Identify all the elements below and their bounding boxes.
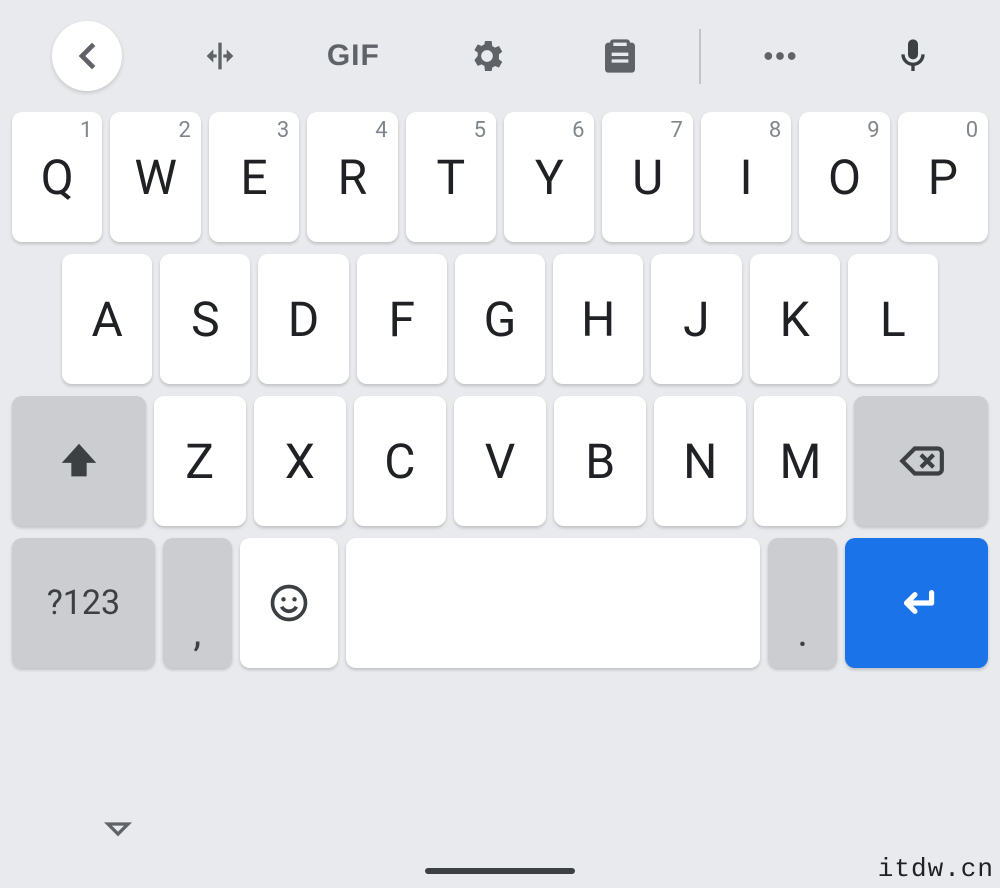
more-horizontal-icon xyxy=(760,36,800,76)
keyboard: 1Q 2W 3E 4R 5T 6Y 7U 8I 9O 0P A S D F G … xyxy=(0,112,1000,668)
symbols-key[interactable]: ?123 xyxy=(12,538,155,668)
shift-icon xyxy=(56,438,102,484)
clipboard-button[interactable] xyxy=(553,36,686,76)
enter-icon xyxy=(892,578,942,628)
key-row-4: ?123 , . xyxy=(12,538,988,668)
key-i[interactable]: 8I xyxy=(701,112,791,242)
key-f[interactable]: F xyxy=(357,254,447,384)
key-e[interactable]: 3E xyxy=(209,112,299,242)
enter-key[interactable] xyxy=(845,538,988,668)
key-w[interactable]: 2W xyxy=(110,112,200,242)
key-q[interactable]: 1Q xyxy=(12,112,102,242)
key-y[interactable]: 6Y xyxy=(504,112,594,242)
key-g[interactable]: G xyxy=(455,254,545,384)
settings-button[interactable] xyxy=(420,36,553,76)
key-l[interactable]: L xyxy=(848,254,938,384)
key-j[interactable]: J xyxy=(651,254,741,384)
gif-button[interactable]: GIF xyxy=(287,39,420,73)
gif-label: GIF xyxy=(327,39,380,73)
key-n[interactable]: N xyxy=(654,396,746,526)
clipboard-icon xyxy=(600,36,640,76)
backspace-key[interactable] xyxy=(854,396,988,526)
text-cursor-icon xyxy=(200,36,240,76)
emoji-icon xyxy=(267,581,311,625)
key-r[interactable]: 4R xyxy=(307,112,397,242)
key-b[interactable]: B xyxy=(554,396,646,526)
chevron-left-icon xyxy=(67,36,107,76)
emoji-key[interactable] xyxy=(240,538,339,668)
backspace-icon xyxy=(896,436,946,486)
gear-icon xyxy=(467,36,507,76)
watermark: itdw.cn xyxy=(878,854,994,884)
more-button[interactable] xyxy=(713,36,846,76)
key-v[interactable]: V xyxy=(454,396,546,526)
key-z[interactable]: Z xyxy=(154,396,246,526)
key-o[interactable]: 9O xyxy=(799,112,889,242)
key-a[interactable]: A xyxy=(62,254,152,384)
nav-bar xyxy=(0,758,1000,888)
toolbar-divider xyxy=(699,29,701,84)
key-k[interactable]: K xyxy=(750,254,840,384)
collapse-keyboard-button[interactable] xyxy=(98,809,138,853)
comma-key[interactable]: , xyxy=(163,538,232,668)
chevron-down-icon xyxy=(98,809,138,849)
shift-key[interactable] xyxy=(12,396,146,526)
keyboard-toolbar: GIF xyxy=(0,0,1000,112)
key-h[interactable]: H xyxy=(553,254,643,384)
key-t[interactable]: 5T xyxy=(406,112,496,242)
key-p[interactable]: 0P xyxy=(898,112,988,242)
nav-handle[interactable] xyxy=(425,868,575,874)
period-key[interactable]: . xyxy=(768,538,837,668)
key-d[interactable]: D xyxy=(258,254,348,384)
key-u[interactable]: 7U xyxy=(602,112,692,242)
key-row-3: Z X C V B N M xyxy=(12,396,988,526)
back-button[interactable] xyxy=(52,21,122,91)
key-row-2: A S D F G H J K L xyxy=(12,254,988,384)
cursor-move-button[interactable] xyxy=(153,36,286,76)
microphone-icon xyxy=(893,36,933,76)
key-x[interactable]: X xyxy=(254,396,346,526)
key-row-1: 1Q 2W 3E 4R 5T 6Y 7U 8I 9O 0P xyxy=(12,112,988,242)
voice-input-button[interactable] xyxy=(847,36,980,76)
space-key[interactable] xyxy=(346,538,760,668)
key-c[interactable]: C xyxy=(354,396,446,526)
key-s[interactable]: S xyxy=(160,254,250,384)
key-m[interactable]: M xyxy=(754,396,846,526)
